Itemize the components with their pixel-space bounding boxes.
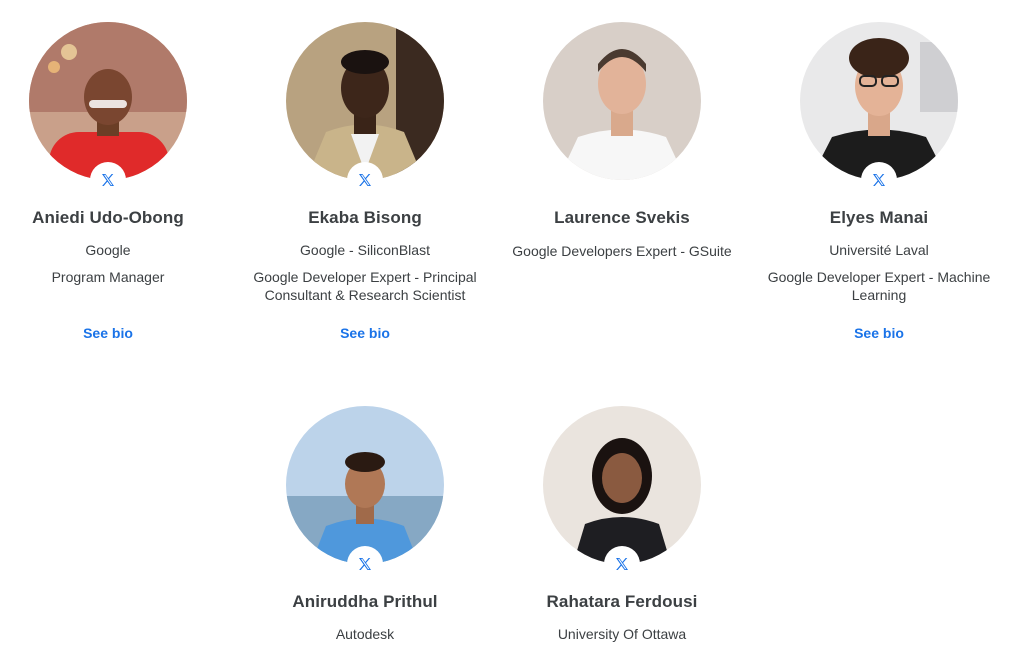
avatar [543, 22, 701, 180]
speaker-company: University Of Ottawa [557, 626, 687, 642]
x-logo-icon [357, 556, 373, 572]
speaker-title: Google Developer Expert - Principal Cons… [253, 269, 477, 303]
speaker-name: Aniedi Udo-Obong [32, 208, 184, 227]
x-logo-icon [100, 172, 116, 188]
speaker-card: Aniruddha Prithul Autodesk [245, 406, 485, 642]
see-bio-link[interactable]: See bio [759, 325, 999, 341]
avatar [286, 406, 444, 564]
avatar-wrap [543, 406, 701, 582]
avatar [800, 22, 958, 180]
speaker-company: Google [85, 242, 131, 258]
speaker-card: Laurence Svekis Google Developers Expert… [502, 22, 742, 260]
speaker-name: Rahatara Ferdousi [546, 592, 698, 611]
speaker-title: Google Developer Expert - Machine Learni… [767, 269, 991, 303]
see-bio-link[interactable]: See bio [245, 325, 485, 341]
x-logo-icon [357, 172, 373, 188]
speaker-card: Ekaba Bisong Google - SiliconBlast Googl… [245, 22, 485, 341]
speaker-name: Elyes Manai [829, 208, 929, 227]
speaker-company: Google Developers Expert - GSuite [512, 243, 732, 259]
avatar-wrap [286, 406, 444, 582]
x-logo-icon [871, 172, 887, 188]
avatar [543, 406, 701, 564]
speaker-company: Université Laval [829, 242, 929, 258]
speaker-company: Autodesk [335, 626, 395, 642]
speaker-title: Program Manager [51, 269, 165, 285]
avatar-wrap [286, 22, 444, 198]
x-logo-icon [614, 556, 630, 572]
see-bio-link[interactable]: See bio [0, 325, 228, 341]
speaker-card: Elyes Manai Université Laval Google Deve… [759, 22, 999, 341]
speaker-name: Laurence Svekis [554, 208, 690, 227]
avatar [286, 22, 444, 180]
speaker-card: Rahatara Ferdousi University Of Ottawa [502, 406, 742, 642]
speaker-company: Google - SiliconBlast [300, 242, 430, 258]
x-social-button[interactable] [347, 546, 383, 582]
speaker-name: Ekaba Bisong [308, 208, 422, 227]
speaker-card: Aniedi Udo-Obong Google Program Manager … [0, 22, 228, 341]
avatar-wrap [800, 22, 958, 198]
avatar [29, 22, 187, 180]
speaker-name: Aniruddha Prithul [292, 592, 438, 611]
avatar-wrap [29, 22, 187, 198]
x-social-button[interactable] [604, 546, 640, 582]
x-social-button[interactable] [347, 162, 383, 198]
avatar-wrap [543, 22, 701, 180]
x-social-button[interactable] [90, 162, 126, 198]
x-social-button[interactable] [861, 162, 897, 198]
